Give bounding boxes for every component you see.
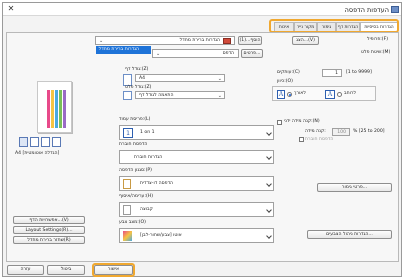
page-size-label: גודל דף:(Z) (125, 67, 149, 72)
page-size-select[interactable]: ⌄ A4 (135, 74, 225, 82)
output-size-select[interactable]: ⌄ התאמה לגודל דף (135, 91, 225, 99)
orientation-box: A לאורך A לרוחב (272, 86, 376, 101)
preview-caption: A4 [הגדלה אוטומטית] (15, 151, 60, 156)
view-profile-button[interactable]: הצג...(V) (292, 36, 319, 45)
output-method-select[interactable]: ⌄ הדפס (152, 49, 239, 58)
profile-dropdown-option[interactable]: הגדרות ברירת מחדל (96, 46, 151, 54)
scaling-unit: % [25 to 200] (353, 129, 385, 134)
preview-stripe (59, 90, 62, 128)
output-size-icon (123, 91, 132, 100)
chevron-down-icon: ⌄ (217, 93, 222, 99)
print-style-select[interactable]: הדפסה דו-צדדית (119, 176, 274, 191)
page-layout-label: פריסת עמוד:(L) (119, 117, 151, 122)
booklet-select[interactable]: הגדרות חוברת (119, 150, 274, 164)
copies-label: עותקים:(C) (277, 70, 300, 75)
portrait-label: לאורך (294, 91, 306, 96)
preview-toolbar (19, 137, 73, 148)
page-layout-select[interactable]: 1 1 on 1 (119, 125, 274, 140)
preview-stripe (55, 90, 58, 128)
chevron-down-icon (266, 233, 272, 239)
chevron-down-icon: ⌄ (99, 38, 104, 44)
landscape-label: לרוחב (344, 91, 357, 96)
manual-scaling-checkbox[interactable] (277, 120, 282, 125)
view-booklet-icon[interactable] (52, 137, 61, 147)
tabs-highlight-frame (269, 19, 399, 33)
cancel-button[interactable]: ביטול (47, 265, 85, 275)
preview-stripe (51, 90, 54, 128)
color-mode-select[interactable]: אוטו [צבע/שחור-לבן] (119, 228, 274, 243)
portrait-a-icon: A (277, 90, 285, 99)
chevron-down-icon (266, 207, 272, 213)
add-profile-button[interactable]: הוסף...(1) (238, 36, 262, 45)
output-method-label: שיטת פלט:(M) (361, 50, 391, 55)
booklet-label: הדפסת חוברת (305, 137, 334, 142)
output-details-button[interactable]: פרטים... (241, 49, 263, 58)
restore-defaults-button[interactable]: שחזר ברירת מחדל(R) (13, 236, 85, 244)
chevron-down-icon (266, 181, 272, 187)
layout-settings-button[interactable]: Layout Settings(R)... (13, 226, 85, 234)
print-style-icon (123, 179, 131, 189)
chevron-down-icon (266, 130, 272, 136)
profile-select[interactable]: ⌄ הגדרות ברירת מחדל (95, 36, 235, 45)
color-mode-label: מצב צבע:(O) (119, 220, 146, 225)
page-preview (37, 81, 72, 133)
chevron-down-icon: ⌄ (156, 51, 161, 57)
view-zoom-icon[interactable] (41, 137, 50, 147)
finishing-select[interactable]: קבוצה (119, 202, 274, 217)
portrait-radio[interactable] (287, 92, 292, 97)
print-style-label: סגנון הדפסה:(P) (119, 168, 152, 173)
page-options-button[interactable]: אפשרויות הדף...(V) (13, 216, 85, 224)
booklet-section-label: הדפסת חוברת (119, 142, 148, 147)
view-stack-icon[interactable] (30, 137, 39, 147)
help-button[interactable]: עזרה (7, 265, 44, 275)
manual-scaling-label: קנה מידה ידני:(N) (284, 119, 320, 124)
profile-label: פרופיל:(F) (367, 37, 389, 42)
view-single-icon[interactable] (19, 137, 28, 147)
orientation-label: כיוון:(O) (277, 79, 293, 84)
basic-settings-panel: פרופיל:(F) ⌄ הגדרות ברירת מחדל הוסף...(1… (6, 32, 399, 262)
landscape-a-icon: A (325, 90, 335, 99)
window-title: העדפות הדפסה (344, 6, 389, 14)
preview-stripe (63, 90, 66, 128)
landscape-radio[interactable] (337, 92, 342, 97)
printer-icon (391, 6, 399, 13)
finishing-label: ערימה/איסוף:(H) (119, 194, 154, 199)
preview-stripe (47, 90, 50, 128)
scaling-label: קנה מידה: (305, 129, 326, 134)
chevron-down-icon: ⌄ (217, 76, 222, 82)
booklet-checkbox[interactable] (299, 137, 304, 142)
copies-input[interactable]: 1 (322, 69, 342, 77)
color-management-button[interactable]: הגדרות ניהול הצבעים... (307, 230, 392, 239)
scaling-input[interactable]: 100 (332, 128, 350, 136)
page-layout-icon: 1 (123, 128, 133, 138)
color-mode-icon (123, 231, 132, 241)
collate-icon (123, 205, 131, 215)
ok-highlight-frame (92, 263, 135, 277)
close-icon[interactable]: ✕ (6, 4, 16, 14)
finishing-details-button[interactable]: פרטי גימור... (317, 183, 392, 192)
chevron-down-icon (266, 154, 272, 160)
profile-icon (223, 38, 231, 44)
print-preferences-window: ✕ העדפות הדפסה הגדרות בסיסיות הגדרות דף … (2, 2, 402, 277)
copies-range: [1 to 9999] (346, 70, 372, 75)
title-bar: ✕ העדפות הדפסה (3, 3, 401, 16)
